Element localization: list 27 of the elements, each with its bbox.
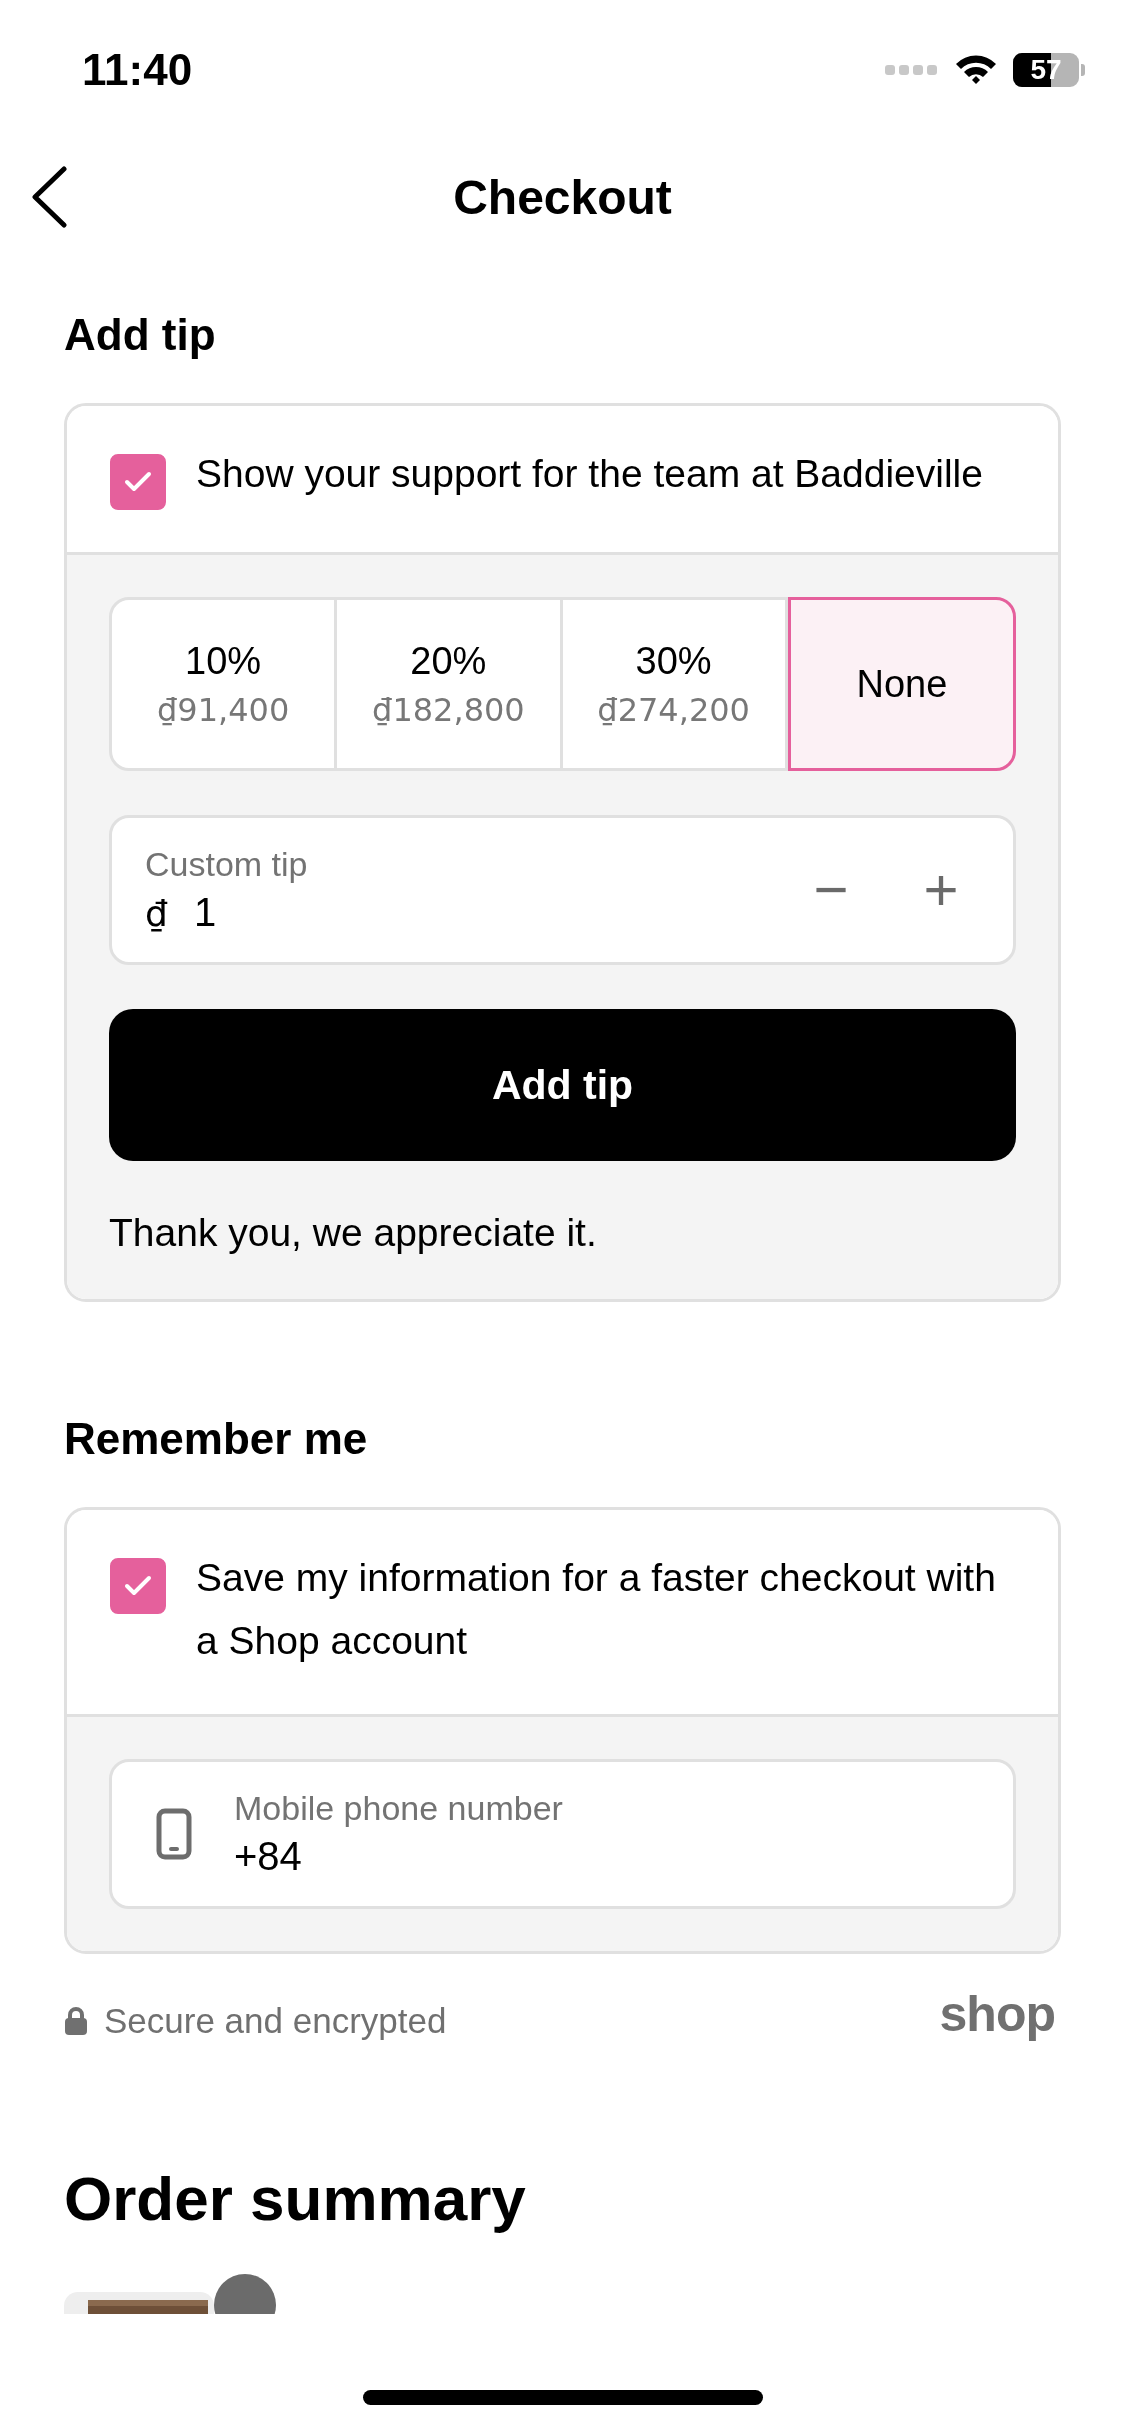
shop-logo: shop xyxy=(939,1985,1055,2043)
custom-tip-field[interactable]: Custom tip ₫ 1 − + xyxy=(109,815,1016,965)
checkbox[interactable] xyxy=(110,454,166,510)
checkbox-label: Show your support for the team at Baddieville xyxy=(196,451,983,497)
check-icon xyxy=(123,470,153,494)
page-title: Checkout xyxy=(453,170,672,225)
section-heading: Order summary xyxy=(64,2163,527,2234)
status-time: 11:40 xyxy=(82,45,193,95)
phone-field[interactable]: Mobile phone number +84 xyxy=(109,1759,1016,1909)
phone-icon xyxy=(156,1808,192,1860)
checkbox[interactable] xyxy=(110,1558,166,1614)
section-heading: Add tip xyxy=(64,310,217,360)
add-tip-button[interactable]: Add tip xyxy=(109,1009,1016,1161)
checkbox-label: Save my information for a faster checkout with a Shop account xyxy=(196,1555,996,1664)
tip-option[interactable]: 20% ₫182,800 xyxy=(337,597,563,771)
secure-text: Secure and encrypted xyxy=(104,2001,447,2041)
tip-option[interactable]: 30% ₫274,200 xyxy=(562,597,788,771)
tip-option[interactable]: None xyxy=(787,597,1016,771)
back-icon[interactable] xyxy=(30,166,70,228)
tip-option[interactable]: 10% ₫91,400 xyxy=(109,597,338,771)
thanks-text: Thank you, we appreciate it. xyxy=(109,1211,598,1255)
signal-icon xyxy=(885,63,939,77)
check-icon xyxy=(123,1574,153,1598)
section-heading: Remember me xyxy=(64,1414,369,1464)
lock-icon xyxy=(64,2006,88,2036)
decrement-button[interactable]: − xyxy=(801,860,861,920)
increment-button[interactable]: + xyxy=(911,860,971,920)
